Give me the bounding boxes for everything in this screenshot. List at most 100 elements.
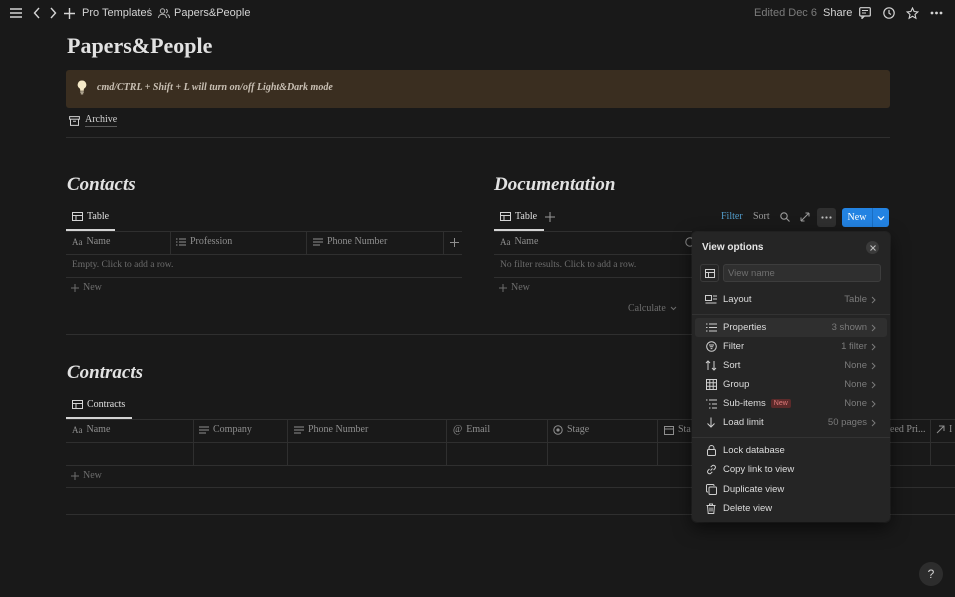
column-label: Name — [86, 424, 111, 435]
column-header-profession[interactable]: Profession — [176, 236, 232, 247]
view-icon-picker[interactable] — [700, 264, 719, 282]
menu-item-label: Sort — [723, 360, 741, 371]
menu-item-lock-database[interactable]: Lock database — [695, 441, 887, 460]
calculate-label: Calculate — [628, 303, 666, 314]
new-row-button[interactable]: New — [71, 470, 102, 481]
top-bar: Pro Templates / Papers&People Edited Dec… — [0, 0, 955, 26]
tab-contacts-table[interactable]: Table — [72, 211, 109, 222]
forward-icon[interactable] — [49, 5, 57, 21]
view-more-button[interactable] — [817, 208, 836, 227]
empty-table-message[interactable]: Empty. Click to add a row. — [72, 260, 173, 270]
back-icon[interactable] — [33, 5, 41, 21]
comments-icon[interactable] — [859, 5, 871, 21]
menu-item-load-limit[interactable]: Load limit 50 pages — [695, 413, 887, 432]
menu-item-filter[interactable]: Filter 1 filter — [695, 337, 887, 356]
status-icon — [553, 424, 563, 435]
divider — [66, 231, 462, 232]
menu-item-delete-view[interactable]: Delete view — [695, 499, 887, 518]
column-header-agreed-price[interactable]: eed Pri... — [890, 424, 926, 435]
view-name-input[interactable] — [723, 264, 881, 282]
chevron-right-icon — [871, 362, 876, 369]
contacts-title: Contacts — [67, 174, 136, 195]
text-lines-icon — [294, 426, 304, 433]
menu-item-value: 1 filter — [841, 341, 867, 352]
breadcrumb-pro-templates[interactable]: Pro Templates — [82, 5, 152, 21]
edited-timestamp: Edited Dec 6 — [754, 7, 817, 19]
new-entry-button[interactable]: New — [842, 208, 889, 227]
column-header-phone-number[interactable]: Phone Number — [313, 236, 387, 247]
column-header-company[interactable]: Company — [199, 424, 252, 435]
new-row-button[interactable]: New — [71, 282, 102, 293]
new-badge: New — [770, 399, 791, 408]
archive-link[interactable]: Archive — [69, 114, 118, 127]
chevron-down-icon[interactable] — [877, 215, 885, 221]
search-icon[interactable] — [780, 212, 790, 222]
updates-clock-icon[interactable] — [883, 5, 895, 21]
no-filter-results-message[interactable]: No filter results. Click to add a row. — [500, 260, 636, 270]
duplicate-icon — [705, 484, 717, 495]
add-view-icon[interactable] — [545, 212, 555, 222]
menu-item-label: Filter — [723, 341, 745, 352]
column-header-stage[interactable]: Stage — [553, 424, 589, 435]
column-header-start-date[interactable]: Sta — [664, 424, 691, 435]
group-icon — [705, 379, 717, 390]
column-label: I — [949, 424, 953, 435]
menu-item-sub-items[interactable]: Sub-items New None — [695, 394, 887, 413]
more-options-icon[interactable] — [930, 5, 943, 21]
new-row-label: New — [83, 470, 102, 481]
column-header-name[interactable]: Aa Name — [72, 424, 110, 435]
callout-block[interactable]: cmd/CTRL + Shift + L will turn on/off Li… — [66, 70, 890, 108]
divider — [66, 254, 462, 255]
menu-item-properties[interactable]: Properties 3 shown — [695, 318, 887, 337]
sub-items-icon — [705, 399, 717, 408]
people-icon — [158, 5, 170, 21]
plus-icon — [71, 471, 79, 480]
expand-icon[interactable] — [800, 212, 810, 222]
text-property-icon: Aa — [500, 236, 511, 247]
layout-icon — [705, 294, 717, 303]
new-row-button[interactable]: New — [499, 282, 530, 293]
chevron-right-icon — [871, 400, 876, 407]
sort-button[interactable]: Sort — [753, 211, 770, 222]
menu-item-label: Layout — [723, 294, 752, 305]
favorite-star-icon[interactable] — [906, 5, 919, 21]
column-label: Email — [466, 424, 491, 435]
breadcrumb-papers-people[interactable]: Papers&People — [174, 5, 250, 21]
column-divider — [443, 232, 444, 254]
tab-documentation-table[interactable]: Table — [500, 211, 537, 222]
menu-item-sort[interactable]: Sort None — [695, 356, 887, 375]
column-header-name[interactable]: Aa Name — [72, 236, 110, 247]
text-property-icon: Aa — [72, 236, 83, 247]
menu-item-label: Copy link to view — [723, 464, 795, 475]
menu-separator — [692, 437, 890, 438]
add-property-icon[interactable] — [450, 238, 459, 247]
column-label: eed Pri... — [890, 424, 926, 435]
tab-contracts[interactable]: Contracts — [72, 399, 125, 410]
filter-icon — [705, 341, 717, 352]
divider — [494, 277, 692, 278]
tab-label: Table — [515, 211, 538, 222]
calculate-button[interactable]: Calculate — [628, 303, 677, 314]
table-icon — [72, 212, 83, 221]
menu-item-duplicate-view[interactable]: Duplicate view — [695, 480, 887, 499]
menu-item-copy-link[interactable]: Copy link to view — [695, 460, 887, 479]
column-header-relation[interactable]: I — [936, 424, 952, 435]
close-button[interactable] — [866, 241, 879, 254]
menu-item-label: Properties — [723, 322, 767, 333]
list-icon — [705, 323, 717, 332]
menu-item-layout[interactable]: Layout Table — [695, 290, 887, 309]
help-button[interactable]: ? — [919, 562, 943, 586]
share-button[interactable]: Share — [823, 5, 852, 21]
plus-icon — [499, 283, 507, 292]
column-header-phone-number[interactable]: Phone Number — [294, 424, 368, 435]
filter-button[interactable]: Filter — [721, 211, 743, 222]
tab-label: Table — [87, 211, 110, 222]
column-header-name[interactable]: Aa Name — [500, 236, 538, 247]
add-page-icon[interactable] — [64, 5, 75, 21]
menu-item-value: 50 pages — [827, 417, 867, 428]
menu-separator — [692, 314, 890, 315]
menu-item-group[interactable]: Group None — [695, 375, 887, 394]
menu-icon[interactable] — [10, 5, 22, 21]
column-header-email[interactable]: @ Email — [453, 424, 490, 435]
popup-title: View options — [702, 242, 764, 253]
